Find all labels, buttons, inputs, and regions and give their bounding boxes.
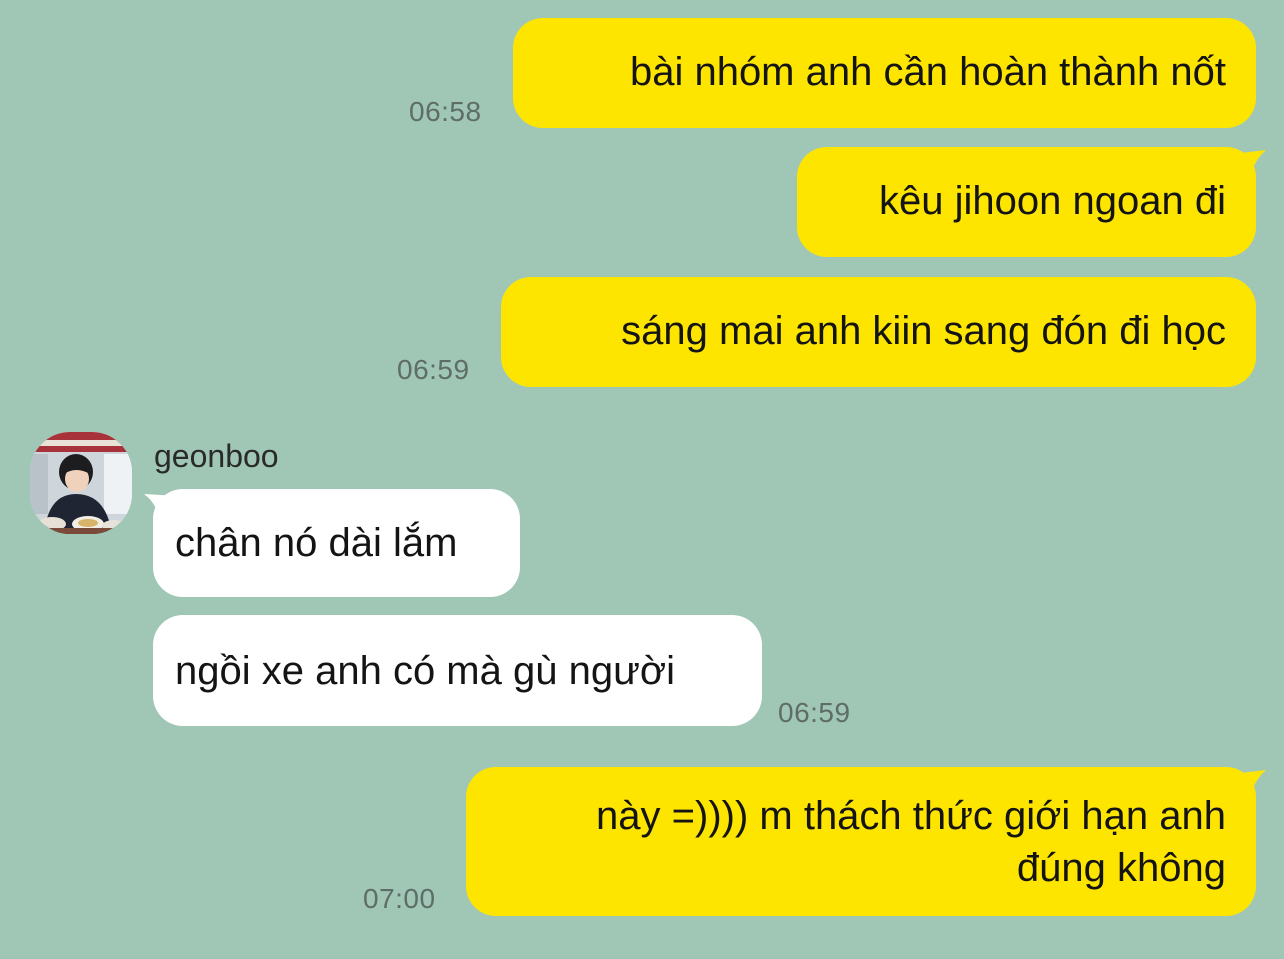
message-timestamp: 06:58 xyxy=(409,96,482,127)
message-timestamp: 06:59 xyxy=(397,354,470,385)
message-bubble-incoming[interactable]: ngồi xe anh có mà gù người xyxy=(153,615,762,726)
message-timestamp: 06:59 xyxy=(778,697,851,728)
avatar[interactable] xyxy=(30,432,132,534)
message-text: này =)))) m thách thức giới hạn anh đúng… xyxy=(596,794,1226,890)
message-bubble-outgoing[interactable]: bài nhóm anh cần hoàn thành nốt xyxy=(513,18,1256,128)
message-text: sáng mai anh kiin sang đón đi học xyxy=(621,309,1226,353)
message-bubble-outgoing[interactable]: kêu jihoon ngoan đi xyxy=(797,147,1256,257)
message-timestamp: 07:00 xyxy=(363,883,436,914)
message-text: ngồi xe anh có mà gù người xyxy=(175,649,675,693)
message-bubble-incoming[interactable]: chân nó dài lắm xyxy=(153,489,520,597)
bubble-tail-icon xyxy=(1232,150,1266,182)
message-text: bài nhóm anh cần hoàn thành nốt xyxy=(629,50,1226,94)
message-text: chân nó dài lắm xyxy=(175,521,458,565)
message-bubble-outgoing[interactable]: này =)))) m thách thức giới hạn anh đúng… xyxy=(466,767,1256,916)
message-bubble-outgoing[interactable]: sáng mai anh kiin sang đón đi học xyxy=(501,277,1256,387)
sender-name: geonboo xyxy=(154,438,279,474)
bubble-tail-icon xyxy=(1232,770,1266,802)
message-text: kêu jihoon ngoan đi xyxy=(879,179,1226,223)
user-avatar-photo-icon xyxy=(30,432,132,534)
